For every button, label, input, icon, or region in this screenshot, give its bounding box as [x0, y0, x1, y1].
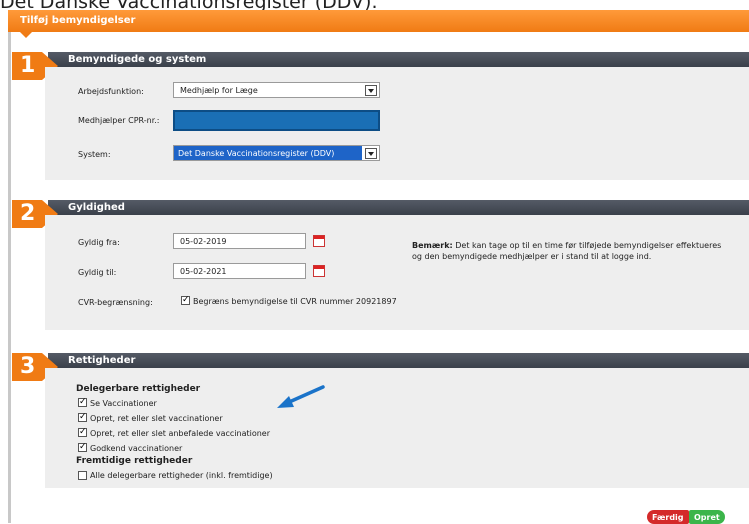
from-date-value: 05-02-2019	[180, 237, 227, 246]
dialog-title: Tilføj bemyndigelser	[20, 15, 136, 26]
done-button-label: Færdig	[652, 513, 684, 522]
permission-label: Godkend vaccinationer	[90, 444, 183, 453]
cpr-input[interactable]	[173, 110, 380, 131]
arrow-annotation-icon	[277, 385, 325, 408]
chevron-down-icon[interactable]	[365, 85, 377, 96]
create-button-label: Opret	[694, 513, 720, 522]
system-select-value: Det Danske Vaccinationsregister (DDV)	[174, 146, 362, 160]
section1-header: Bemyndigede og system	[48, 52, 749, 67]
function-select[interactable]: Medhjælp for Læge	[173, 82, 380, 98]
chevron-down-icon[interactable]	[365, 148, 377, 159]
to-date-input[interactable]: 05-02-2021	[173, 263, 306, 279]
section3-number: 3	[20, 354, 36, 379]
section2-header: Gyldighed	[48, 200, 749, 215]
section3-title: Rettigheder	[68, 355, 136, 366]
done-button[interactable]: Færdig	[647, 510, 689, 524]
section2-panel	[45, 215, 749, 330]
calendar-icon[interactable]	[313, 235, 325, 247]
cvr-label: CVR-begrænsning:	[78, 298, 153, 307]
section2-number-badge: 2	[12, 200, 42, 228]
title-notch	[20, 32, 32, 38]
section1-number: 1	[20, 53, 36, 78]
future-permission-label: Alle delegerbare rettigheder (inkl. frem…	[90, 471, 273, 480]
permission-checkbox[interactable]: ✓	[78, 428, 87, 437]
permission-label: Se Vaccinationer	[90, 399, 157, 408]
section3-number-badge: 3	[12, 353, 42, 381]
section1-title: Bemyndigede og system	[68, 54, 207, 65]
create-button[interactable]: Opret	[689, 510, 725, 524]
cvr-checkbox-label: Begræns bemyndigelse til CVR nummer 2092…	[193, 297, 397, 306]
cvr-checkbox[interactable]: ✓	[181, 296, 190, 305]
validity-note: Bemærk: Det kan tage op til en time før …	[412, 240, 742, 262]
permission-checkbox[interactable]: ✓	[78, 398, 87, 407]
section1-number-badge: 1	[12, 52, 42, 80]
section3-header: Rettigheder	[48, 353, 749, 368]
cpr-label: Medhjælper CPR-nr.:	[78, 116, 160, 125]
system-select[interactable]: Det Danske Vaccinationsregister (DDV)	[173, 145, 380, 161]
from-date-input[interactable]: 05-02-2019	[173, 233, 306, 249]
to-label: Gyldig til:	[78, 268, 117, 277]
function-label: Arbejdsfunktion:	[78, 87, 144, 96]
dialog-titlebar: Tilføj bemyndigelser	[8, 10, 749, 32]
note-text-2: og den bemyndigede medhjælper er i stand…	[412, 252, 652, 261]
calendar-icon[interactable]	[313, 265, 325, 277]
future-permission-checkbox[interactable]	[78, 471, 87, 480]
permission-label: Opret, ret eller slet vaccinationer	[90, 414, 223, 423]
note-text: Det kan tage op til en time før tilføjed…	[455, 241, 722, 250]
section2-number: 2	[20, 201, 36, 226]
note-label: Bemærk:	[412, 241, 453, 250]
future-heading: Fremtidige rettigheder	[76, 456, 193, 466]
from-label: Gyldig fra:	[78, 238, 120, 247]
delegable-heading: Delegerbare rettigheder	[76, 384, 201, 394]
permission-label: Opret, ret eller slet anbefalede vaccina…	[90, 429, 271, 438]
permission-checkbox[interactable]: ✓	[78, 443, 87, 452]
to-date-value: 05-02-2021	[180, 267, 227, 276]
system-label: System:	[78, 150, 111, 159]
function-select-value: Medhjælp for Læge	[180, 86, 258, 95]
section2-title: Gyldighed	[68, 202, 125, 213]
permission-checkbox[interactable]: ✓	[78, 413, 87, 422]
